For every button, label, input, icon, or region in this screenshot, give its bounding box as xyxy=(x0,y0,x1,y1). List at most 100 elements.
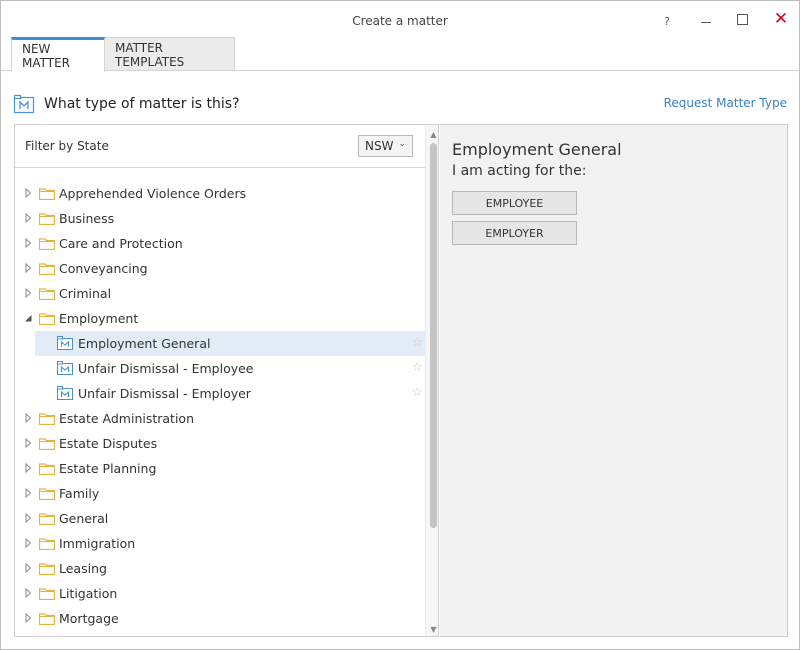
collapsed-arrow-icon[interactable] xyxy=(23,288,33,298)
scroll-up-icon[interactable]: ▲ xyxy=(426,127,438,141)
tree-item-label: Litigation xyxy=(59,586,118,601)
tree-item-employment[interactable]: Employment xyxy=(15,306,425,331)
matter-type-tree: Apprehended Violence Orders Business Care … xyxy=(15,181,425,631)
folder-icon xyxy=(38,212,56,226)
tree-item-immigration[interactable]: Immigration xyxy=(15,531,425,556)
folder-icon xyxy=(38,262,56,276)
tree-item-unfair-dismissal-employee[interactable]: Unfair Dismissal - Employee ☆ xyxy=(35,356,425,381)
tree-item-business[interactable]: Business xyxy=(15,206,425,231)
request-matter-type-link[interactable]: Request Matter Type xyxy=(664,96,787,110)
tree-item-apprehended-violence-orders[interactable]: Apprehended Violence Orders xyxy=(15,181,425,206)
tree-item-label: Unfair Dismissal - Employer xyxy=(78,386,251,401)
tree-item-label: Estate Disputes xyxy=(59,436,158,451)
folder-icon xyxy=(38,562,56,576)
matter-type-icon xyxy=(57,361,73,375)
tree-item-estate-administration[interactable]: Estate Administration xyxy=(15,406,425,431)
detail-title: Employment General xyxy=(452,140,622,159)
favorite-star-icon[interactable]: ☆ xyxy=(411,335,423,350)
collapsed-arrow-icon[interactable] xyxy=(23,613,33,623)
filter-label: Filter by State xyxy=(25,139,109,153)
collapsed-arrow-icon[interactable] xyxy=(23,413,33,423)
tree-item-label: Employment General xyxy=(78,336,211,351)
folder-icon xyxy=(38,437,56,451)
collapsed-arrow-icon[interactable] xyxy=(23,588,33,598)
tree-item-family[interactable]: Family xyxy=(15,481,425,506)
folder-icon xyxy=(38,187,56,201)
state-dropdown-value: NSW xyxy=(365,139,394,153)
maximize-icon xyxy=(736,13,748,25)
tree-item-mortgage[interactable]: Mortgage xyxy=(15,606,425,631)
folder-icon xyxy=(38,462,56,476)
tree-item-unfair-dismissal-employer[interactable]: Unfair Dismissal - Employer ☆ xyxy=(35,381,425,406)
tree-item-label: Estate Administration xyxy=(59,411,195,426)
expanded-arrow-icon[interactable] xyxy=(23,313,33,323)
tab-divider xyxy=(1,70,799,71)
state-dropdown[interactable]: NSW ⌄ xyxy=(358,135,413,157)
scroll-thumb[interactable] xyxy=(430,143,437,528)
folder-icon xyxy=(38,537,56,551)
tab-bar: NEW MATTER MATTER TEMPLATES xyxy=(11,37,235,72)
maximize-button[interactable] xyxy=(727,7,757,31)
tree-item-label: Conveyancing xyxy=(59,261,148,276)
folder-icon xyxy=(38,287,56,301)
tree-item-employment-general[interactable]: Employment General ☆ xyxy=(35,331,425,356)
tree-item-estate-planning[interactable]: Estate Planning xyxy=(15,456,425,481)
tree-item-label: Employment xyxy=(59,311,139,326)
detail-subtitle: I am acting for the: xyxy=(452,163,587,179)
create-matter-window: Create a matter ? ✕ NEW MATTER MATTER TE… xyxy=(0,0,800,650)
tree-item-label: Family xyxy=(59,486,100,501)
collapsed-arrow-icon[interactable] xyxy=(23,463,33,473)
tree-item-label: Immigration xyxy=(59,536,136,551)
matter-type-icon xyxy=(57,336,73,350)
title-bar: Create a matter ? ✕ xyxy=(1,1,799,37)
matter-type-icon xyxy=(13,94,35,114)
collapsed-arrow-icon[interactable] xyxy=(23,213,33,223)
help-button[interactable]: ? xyxy=(652,9,682,33)
collapsed-arrow-icon[interactable] xyxy=(23,488,33,498)
tree-item-label: General xyxy=(59,511,109,526)
folder-icon xyxy=(38,587,56,601)
folder-icon xyxy=(38,487,56,501)
folder-icon xyxy=(38,237,56,251)
tree-item-litigation[interactable]: Litigation xyxy=(15,581,425,606)
tree-item-label: Criminal xyxy=(59,286,112,301)
page-header: What type of matter is this? xyxy=(13,91,240,117)
tree-item-label: Estate Planning xyxy=(59,461,157,476)
collapsed-arrow-icon[interactable] xyxy=(23,263,33,273)
chevron-down-icon: ⌄ xyxy=(398,139,406,149)
tab-new-matter[interactable]: NEW MATTER xyxy=(11,37,105,72)
collapsed-arrow-icon[interactable] xyxy=(23,238,33,248)
tree-item-label: Leasing xyxy=(59,561,107,576)
minimize-button[interactable] xyxy=(691,7,721,31)
matter-type-pane: Filter by State NSW ⌄ Apprehended Violen… xyxy=(14,124,439,637)
collapsed-arrow-icon[interactable] xyxy=(23,513,33,523)
tree-item-label: Unfair Dismissal - Employee xyxy=(78,361,254,376)
favorite-star-icon[interactable]: ☆ xyxy=(411,360,423,375)
collapsed-arrow-icon[interactable] xyxy=(23,188,33,198)
employee-button[interactable]: EMPLOYEE xyxy=(452,191,577,215)
minimize-icon xyxy=(701,21,711,23)
folder-icon xyxy=(38,412,56,426)
collapsed-arrow-icon[interactable] xyxy=(23,438,33,448)
tree-item-conveyancing[interactable]: Conveyancing xyxy=(15,256,425,281)
tree-item-leasing[interactable]: Leasing xyxy=(15,556,425,581)
tree-item-care-and-protection[interactable]: Care and Protection xyxy=(15,231,425,256)
tree-item-general[interactable]: General xyxy=(15,506,425,531)
tree-scrollbar[interactable]: ▲ ▼ xyxy=(425,125,438,636)
employer-button[interactable]: EMPLOYER xyxy=(452,221,577,245)
close-button[interactable]: ✕ xyxy=(766,7,796,31)
page-title: What type of matter is this? xyxy=(44,96,240,112)
matter-detail-pane: Employment General I am acting for the: … xyxy=(440,124,788,637)
collapsed-arrow-icon[interactable] xyxy=(23,563,33,573)
tab-matter-templates[interactable]: MATTER TEMPLATES xyxy=(105,37,235,71)
scroll-down-icon[interactable]: ▼ xyxy=(426,622,438,636)
collapsed-arrow-icon[interactable] xyxy=(23,538,33,548)
tree-item-label: Care and Protection xyxy=(59,236,183,251)
filter-row: Filter by State NSW ⌄ xyxy=(15,125,425,168)
tree-item-estate-disputes[interactable]: Estate Disputes xyxy=(15,431,425,456)
folder-icon xyxy=(38,312,56,326)
favorite-star-icon[interactable]: ☆ xyxy=(411,385,423,400)
tree-item-label: Business xyxy=(59,211,115,226)
tree-item-label: Apprehended Violence Orders xyxy=(59,186,247,201)
tree-item-criminal[interactable]: Criminal xyxy=(15,281,425,306)
